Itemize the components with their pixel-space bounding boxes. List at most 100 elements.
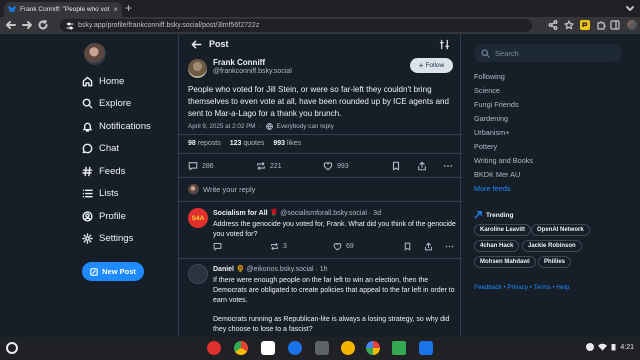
likes-stat[interactable]: 993 likes — [273, 140, 301, 147]
reply-author-avatar[interactable]: S4A — [188, 208, 208, 228]
photos-app-icon[interactable] — [366, 341, 380, 355]
meta-separator: · — [259, 123, 262, 130]
quotes-count: 123 — [229, 140, 242, 147]
trending-topic[interactable]: OpenAI Network — [531, 224, 590, 236]
reply-author-handle[interactable]: @eikonos.bsky.social — [247, 266, 314, 273]
heart-icon — [333, 243, 342, 251]
feed-link[interactable]: Following — [474, 72, 505, 81]
quotes-stat[interactable]: 123 quotes — [230, 140, 265, 147]
feed-link[interactable]: Fungi Friends — [474, 100, 519, 109]
files-app-icon[interactable] — [419, 341, 433, 355]
feed-link[interactable]: BKDK Mer AU — [474, 170, 520, 179]
thread-settings-icon[interactable] — [439, 39, 450, 50]
sidebar-item-home[interactable]: Home — [82, 76, 124, 87]
bookmark-star-icon[interactable] — [564, 20, 574, 30]
reply-action[interactable]: 286 — [188, 161, 214, 171]
more-options-icon[interactable] — [445, 242, 454, 251]
sidebar-item-profile[interactable]: Profile — [82, 211, 126, 222]
bookmark-icon[interactable] — [391, 161, 401, 171]
feed-link[interactable]: Science — [474, 86, 500, 95]
search-icon — [481, 48, 490, 58]
sidebar-item-settings[interactable]: Settings — [82, 233, 133, 244]
share-icon[interactable] — [417, 161, 427, 171]
app-icon-6[interactable] — [341, 341, 355, 355]
side-panel-icon[interactable] — [610, 20, 620, 30]
share-icon[interactable] — [548, 20, 558, 30]
feed-link[interactable]: Urbanism+ — [474, 128, 509, 137]
gmail-app-icon[interactable] — [261, 341, 275, 355]
reload-icon[interactable] — [38, 20, 48, 30]
tray-dot-icon — [586, 343, 595, 351]
forward-arrow-icon[interactable] — [22, 20, 32, 30]
reply-repost-count: 3 — [283, 243, 287, 250]
new-post-button[interactable]: New Post — [82, 262, 144, 281]
reply-time: · 3d — [368, 210, 381, 217]
footer-links[interactable]: Feedback • Privacy • Terms • Help — [474, 284, 569, 291]
trending-topic[interactable]: Mohsen Mahdawi — [474, 256, 536, 268]
repost-icon — [271, 243, 278, 250]
sidebar-item-lists[interactable]: Lists — [82, 188, 119, 199]
back-arrow-icon[interactable] — [6, 20, 16, 30]
reply-avatar — [188, 184, 199, 195]
new-tab-button[interactable]: + — [125, 2, 132, 14]
reply-like-action[interactable]: 69 — [333, 242, 354, 251]
tab-close-icon[interactable]: × — [113, 5, 118, 14]
user-avatar[interactable] — [84, 43, 106, 65]
sidebar-item-explore[interactable]: Explore — [82, 98, 131, 109]
feed-link[interactable]: Writing and Books — [474, 156, 533, 165]
site-info-icon[interactable] — [66, 22, 74, 30]
follow-button[interactable]: + Follow — [410, 58, 453, 73]
sidebar-item-notifications[interactable]: Notifications — [82, 121, 151, 132]
author-name[interactable]: Frank Conniff — [213, 58, 265, 67]
trending-topic[interactable]: Karoline Leavitt — [474, 224, 532, 236]
sidebar-item-label: Profile — [99, 211, 126, 222]
tab-search-icon[interactable] — [626, 4, 634, 12]
sidebar-item-chat[interactable]: Chat — [82, 143, 119, 154]
sidebar-item-label: Lists — [99, 188, 119, 199]
trending-topic[interactable]: Jackie Robinson — [522, 240, 582, 252]
post-date[interactable]: April 9, 2025 at 2:02 PM — [188, 123, 256, 130]
app-icon-1[interactable] — [207, 341, 221, 355]
reply-icon[interactable] — [213, 242, 222, 251]
back-arrow-icon[interactable] — [191, 39, 202, 50]
trending-topic[interactable]: 4chan Hack — [474, 240, 520, 252]
like-action[interactable]: 993 — [323, 161, 349, 171]
play-store-app-icon[interactable] — [392, 341, 406, 355]
reply-author-avatar[interactable] — [188, 264, 208, 284]
reply-author-name[interactable]: Daniel — [213, 266, 234, 273]
sidebar-item-feeds[interactable]: Feeds — [82, 166, 125, 177]
reply-author-name[interactable]: Socialism for All — [213, 210, 268, 217]
share-icon[interactable] — [424, 242, 433, 251]
globe-icon — [265, 123, 273, 130]
puzzle-extensions-icon[interactable] — [596, 20, 606, 30]
bluesky-favicon-icon — [8, 6, 16, 13]
reposts-stat[interactable]: 98 reposts — [188, 140, 221, 147]
browser-profile-avatar[interactable] — [627, 20, 637, 30]
more-options-icon[interactable] — [443, 161, 453, 171]
author-handle[interactable]: @frankconniff.bsky.social — [213, 68, 292, 75]
camera-app-icon[interactable] — [315, 341, 329, 355]
launcher-icon[interactable] — [6, 342, 18, 354]
divider — [179, 153, 462, 154]
reply-repost-action[interactable]: 3 — [270, 242, 287, 251]
extension-icon[interactable] — [580, 20, 590, 30]
feed-link[interactable]: Pottery — [474, 142, 497, 151]
address-bar[interactable]: bsky.app/profile/frankconniff.bsky.socia… — [60, 19, 532, 32]
messages-app-icon[interactable] — [288, 341, 302, 355]
tab-title: Frank Conniff: "People who vote — [20, 6, 110, 13]
trending-topic[interactable]: Phillies — [538, 256, 572, 268]
author-avatar[interactable] — [188, 59, 207, 78]
reply-prompt[interactable]: Write your reply — [203, 185, 255, 194]
chrome-app-icon[interactable] — [234, 341, 248, 355]
feed-link[interactable]: Gardening — [474, 114, 508, 123]
search-input[interactable]: Search — [474, 44, 621, 62]
reply-text-paragraph-2: Democrats running as Republican-lite is … — [213, 316, 450, 333]
search-placeholder: Search — [495, 48, 519, 58]
status-tray[interactable]: 4:21 — [586, 343, 634, 351]
reply-author-handle[interactable]: @socialismforall.bsky.social — [280, 210, 367, 217]
bookmark-icon[interactable] — [403, 242, 412, 251]
browser-tab[interactable]: Frank Conniff: "People who vote × — [4, 2, 122, 17]
more-feeds-link[interactable]: More feeds — [474, 184, 511, 193]
search-icon — [82, 98, 93, 109]
repost-action[interactable]: 221 — [256, 161, 282, 171]
